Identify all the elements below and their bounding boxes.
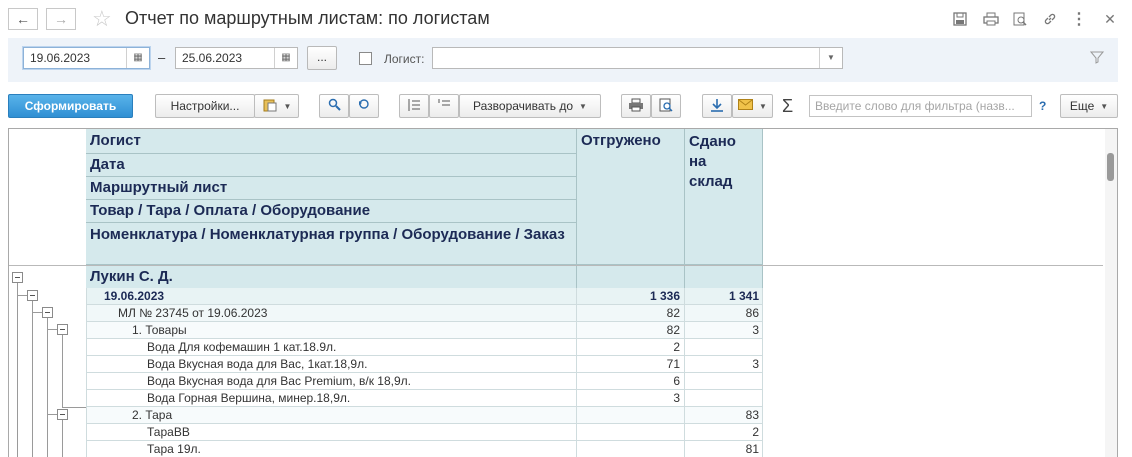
tree-line (62, 420, 63, 457)
col-divider (762, 288, 763, 457)
help-icon[interactable]: ? (1039, 99, 1046, 113)
tree-line (62, 335, 63, 407)
collapse-groups-button[interactable] (399, 94, 429, 118)
print-icon (628, 98, 644, 115)
tree-line (47, 329, 57, 330)
header-delivered: Сдано на склад (684, 129, 763, 265)
table-row[interactable]: Вода Вкусная вода для Вас, 1кат.18,9л. 7… (86, 356, 763, 373)
page-title: Отчет по маршрутным листам: по логистам (125, 8, 490, 28)
variants-button[interactable]: ▼ (254, 94, 299, 118)
dropdown-icon[interactable]: ▼ (819, 48, 842, 68)
date-separator: – (158, 50, 166, 65)
link-icon[interactable] (1041, 10, 1059, 28)
save-to-file-button[interactable] (702, 94, 732, 118)
table-row[interactable]: ТараВВ 2 (86, 424, 763, 441)
tree-line (17, 295, 27, 296)
tree-line (47, 414, 57, 415)
settings-button[interactable]: Настройки... (155, 94, 255, 118)
tree-line (62, 407, 86, 408)
containers-group-row[interactable]: 2. Тара 83 (86, 407, 763, 424)
collapse-logist-icon[interactable] (12, 272, 23, 283)
tree-line (17, 283, 18, 457)
table-row[interactable]: Вода Горная Вершина, минер.18,9л. 3 (86, 390, 763, 407)
table-row[interactable]: Тара 19л. 81 (86, 441, 763, 457)
collapse-goods-icon[interactable] (57, 324, 68, 335)
download-icon (710, 98, 724, 115)
calendar-icon[interactable]: ▦ (126, 48, 149, 68)
chevron-down-icon: ▼ (579, 101, 587, 111)
header-logist: Логист (86, 129, 576, 154)
logist-field[interactable]: ▼ (432, 47, 843, 69)
back-button[interactable]: ← (8, 8, 38, 30)
collapse-route-sheet-icon[interactable] (42, 307, 53, 318)
search-input[interactable]: Введите слово для фильтра (назв... (809, 95, 1032, 117)
star-icon[interactable]: ☆ (92, 6, 112, 32)
logist-label: Логист: (384, 52, 425, 66)
print-button[interactable] (621, 94, 651, 118)
generate-button[interactable]: Сформировать (8, 94, 133, 118)
vertical-scrollbar[interactable] (1105, 129, 1117, 457)
collapse-containers-icon[interactable] (57, 409, 68, 420)
header-route-sheet: Маршрутный лист (86, 177, 576, 200)
preview-icon (659, 98, 673, 115)
goods-group-row[interactable]: 1. Товары 82 3 (86, 322, 763, 339)
col-divider (86, 288, 87, 457)
find-button[interactable] (319, 94, 349, 118)
envelope-icon (738, 99, 754, 113)
send-email-button[interactable]: ▼ (732, 94, 773, 118)
sum-icon[interactable]: Σ (782, 96, 793, 117)
filter-icon[interactable] (1089, 50, 1105, 67)
date-to-field[interactable]: 25.06.2023 ▦ (175, 47, 298, 69)
arrow-right-icon: → (54, 11, 68, 27)
chevron-down-icon: ▼ (1100, 101, 1109, 111)
close-icon[interactable]: ✕ (1101, 10, 1119, 28)
forward-button[interactable]: → (46, 8, 76, 30)
search-icon (328, 98, 341, 114)
date-group-row[interactable]: 19.06.2023 1 336 1 341 (86, 288, 763, 305)
header-shipped: Отгружено (576, 129, 684, 265)
col-divider (576, 288, 577, 457)
col-divider (684, 288, 685, 457)
header-nomenclature: Номенклатура / Номенклатурная группа / О… (86, 223, 576, 265)
chevron-down-icon: ▼ (283, 101, 292, 111)
logist-group-row[interactable]: Лукин С. Д. (86, 266, 763, 288)
collapse-date-icon[interactable] (27, 290, 38, 301)
arrow-left-icon: ← (16, 11, 30, 27)
logist-checkbox[interactable] (359, 52, 372, 65)
header-item-type: Товар / Тара / Оплата / Оборудование (86, 200, 576, 223)
report-spreadsheet[interactable]: Логист Дата Маршрутный лист Товар / Тара… (8, 128, 1118, 457)
route-sheet-row[interactable]: МЛ № 23745 от 19.06.2023 82 86 (86, 305, 763, 322)
table-row[interactable]: Вода Для кофемашин 1 кат.18.9л. 2 (86, 339, 763, 356)
expand-to-button[interactable]: Разворачивать до ▼ (459, 94, 601, 118)
tree-line (32, 301, 33, 457)
list-collapse-icon (407, 98, 421, 115)
find-next-button[interactable] (349, 94, 379, 118)
list-expand-icon (437, 98, 451, 115)
header-date: Дата (86, 154, 576, 177)
print-icon[interactable] (982, 10, 1000, 28)
clipboard-icon (262, 98, 278, 115)
preview-button[interactable] (651, 94, 681, 118)
scrollbar-thumb[interactable] (1107, 153, 1114, 181)
search-next-icon (357, 98, 371, 114)
filter-panel: 19.06.2023 ▦ – 25.06.2023 ▦ ... Логист: … (8, 38, 1118, 82)
save-icon[interactable] (951, 10, 969, 28)
calendar-icon[interactable]: ▦ (274, 48, 297, 68)
tree-line (32, 312, 42, 313)
tree-line (47, 318, 48, 457)
more-vertical-icon[interactable]: ⋮ (1070, 10, 1088, 28)
chevron-down-icon: ▼ (759, 101, 767, 111)
period-select-button[interactable]: ... (307, 46, 337, 70)
logist-name: Лукин С. Д. (90, 268, 173, 285)
date-from-field[interactable]: 19.06.2023 ▦ (23, 47, 150, 69)
expand-groups-button[interactable] (429, 94, 459, 118)
preview-icon[interactable] (1011, 10, 1029, 28)
more-button[interactable]: Еще ▼ (1060, 94, 1118, 118)
table-row[interactable]: Вода Вкусная вода для Вас Premium, в/к 1… (86, 373, 763, 390)
